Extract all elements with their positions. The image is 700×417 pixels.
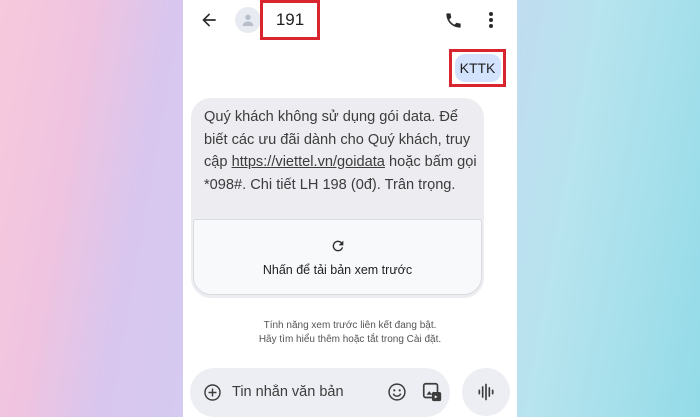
voice-wave-icon	[478, 383, 494, 401]
notice-line-1: Tính năng xem trước liên kết đang bật.	[263, 320, 437, 331]
received-message-text: Quý khách không sử dụng gói data. Để biế…	[204, 106, 479, 196]
phone-icon	[445, 12, 461, 28]
sent-message-text: KTTK	[459, 60, 496, 76]
contact-name-highlight: 191	[260, 0, 320, 40]
sent-message-bubble[interactable]: KTTK	[454, 54, 501, 82]
contact-avatar[interactable]	[235, 7, 261, 33]
sent-message-highlight: KTTK	[449, 49, 506, 87]
person-icon	[242, 14, 254, 26]
emoji-icon	[388, 383, 406, 401]
link-preview-card[interactable]: Nhấn để tải bản xem trước	[193, 219, 482, 295]
refresh-icon	[332, 240, 344, 252]
back-button[interactable]	[197, 8, 221, 32]
gallery-button[interactable]	[420, 380, 444, 404]
top-app-bar: 191	[183, 0, 517, 40]
link-preview-notice: Tính năng xem trước liên kết đang bật. H…	[183, 319, 517, 347]
preview-load-label: Nhấn để tải bản xem trước	[262, 263, 413, 277]
message-input[interactable]	[232, 380, 372, 404]
voice-message-button[interactable]	[462, 368, 510, 416]
more-vertical-icon	[489, 12, 493, 28]
emoji-button[interactable]	[387, 382, 407, 402]
gallery-icon	[422, 382, 442, 402]
message-link[interactable]: https://viettel.vn/goidata	[232, 154, 385, 170]
contact-name[interactable]: 191	[276, 10, 304, 30]
phone-screen: 191 KTTK Quý khách không sử dụng gói dat…	[183, 0, 517, 417]
message-composer	[190, 368, 450, 417]
add-attachment-button[interactable]	[202, 382, 222, 402]
more-options-button[interactable]	[481, 8, 501, 32]
received-message-bubble[interactable]: Quý khách không sử dụng gói data. Để biế…	[191, 98, 484, 298]
back-arrow-icon	[202, 13, 216, 27]
call-button[interactable]	[441, 8, 465, 32]
notice-line-2[interactable]: Hãy tìm hiểu thêm hoặc tắt trong Cài đặt…	[183, 333, 517, 347]
add-circle-icon	[203, 383, 221, 401]
